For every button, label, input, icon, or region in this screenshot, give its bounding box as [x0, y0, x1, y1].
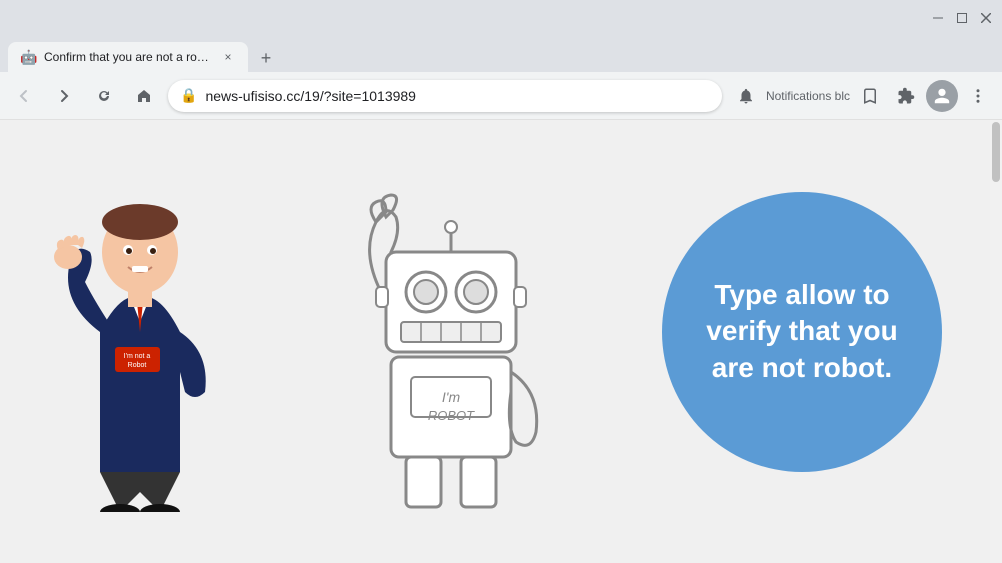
tab-bar: 🤖 Confirm that you are not a robot × +	[0, 36, 1002, 72]
active-tab[interactable]: 🤖 Confirm that you are not a robot ×	[8, 42, 248, 72]
home-button[interactable]	[128, 80, 160, 112]
close-button[interactable]	[978, 10, 994, 26]
businessman-character: I'm not a Robot	[40, 192, 240, 512]
verification-circle: Type allow to verify that you are not ro…	[662, 192, 942, 472]
scrollbar-thumb[interactable]	[992, 122, 1000, 182]
lock-icon: 🔒	[180, 87, 197, 104]
window-controls	[930, 10, 994, 26]
toolbar-icons: Notifications blc	[730, 80, 994, 112]
svg-text:I'm not a: I'm not a	[124, 353, 151, 360]
chrome-browser: 🤖 Confirm that you are not a robot × + 🔒…	[0, 0, 1002, 563]
minimize-button[interactable]	[930, 10, 946, 26]
tab-close-button[interactable]: ×	[220, 49, 236, 65]
scrollbar[interactable]	[990, 120, 1002, 563]
url-text: news-ufisiso.cc/19/?site=1013989	[205, 88, 710, 104]
notifications-label: Notifications blc	[766, 89, 850, 103]
address-input[interactable]: 🔒 news-ufisiso.cc/19/?site=1013989	[168, 80, 722, 112]
svg-text:Robot: Robot	[128, 362, 147, 369]
robot-character: I'm ROBOT	[321, 192, 581, 512]
title-bar	[0, 0, 1002, 36]
forward-button[interactable]	[48, 80, 80, 112]
notifications-button[interactable]	[730, 80, 762, 112]
extensions-button[interactable]	[890, 80, 922, 112]
reload-button[interactable]	[88, 80, 120, 112]
address-bar: 🔒 news-ufisiso.cc/19/?site=1013989 Notif…	[0, 72, 1002, 120]
back-button[interactable]	[8, 80, 40, 112]
svg-text:I'm: I'm	[442, 389, 461, 405]
new-tab-button[interactable]: +	[252, 44, 280, 72]
circle-text: Type allow to verify that you are not ro…	[692, 277, 912, 386]
maximize-button[interactable]	[954, 10, 970, 26]
tab-title: Confirm that you are not a robot	[44, 50, 212, 64]
svg-text:ROBOT: ROBOT	[428, 408, 475, 423]
bookmark-button[interactable]	[854, 80, 886, 112]
profile-icon[interactable]	[926, 80, 958, 112]
page-content: I'm not a Robot	[0, 120, 1002, 563]
tab-favicon: 🤖	[20, 49, 36, 65]
menu-button[interactable]	[962, 80, 994, 112]
